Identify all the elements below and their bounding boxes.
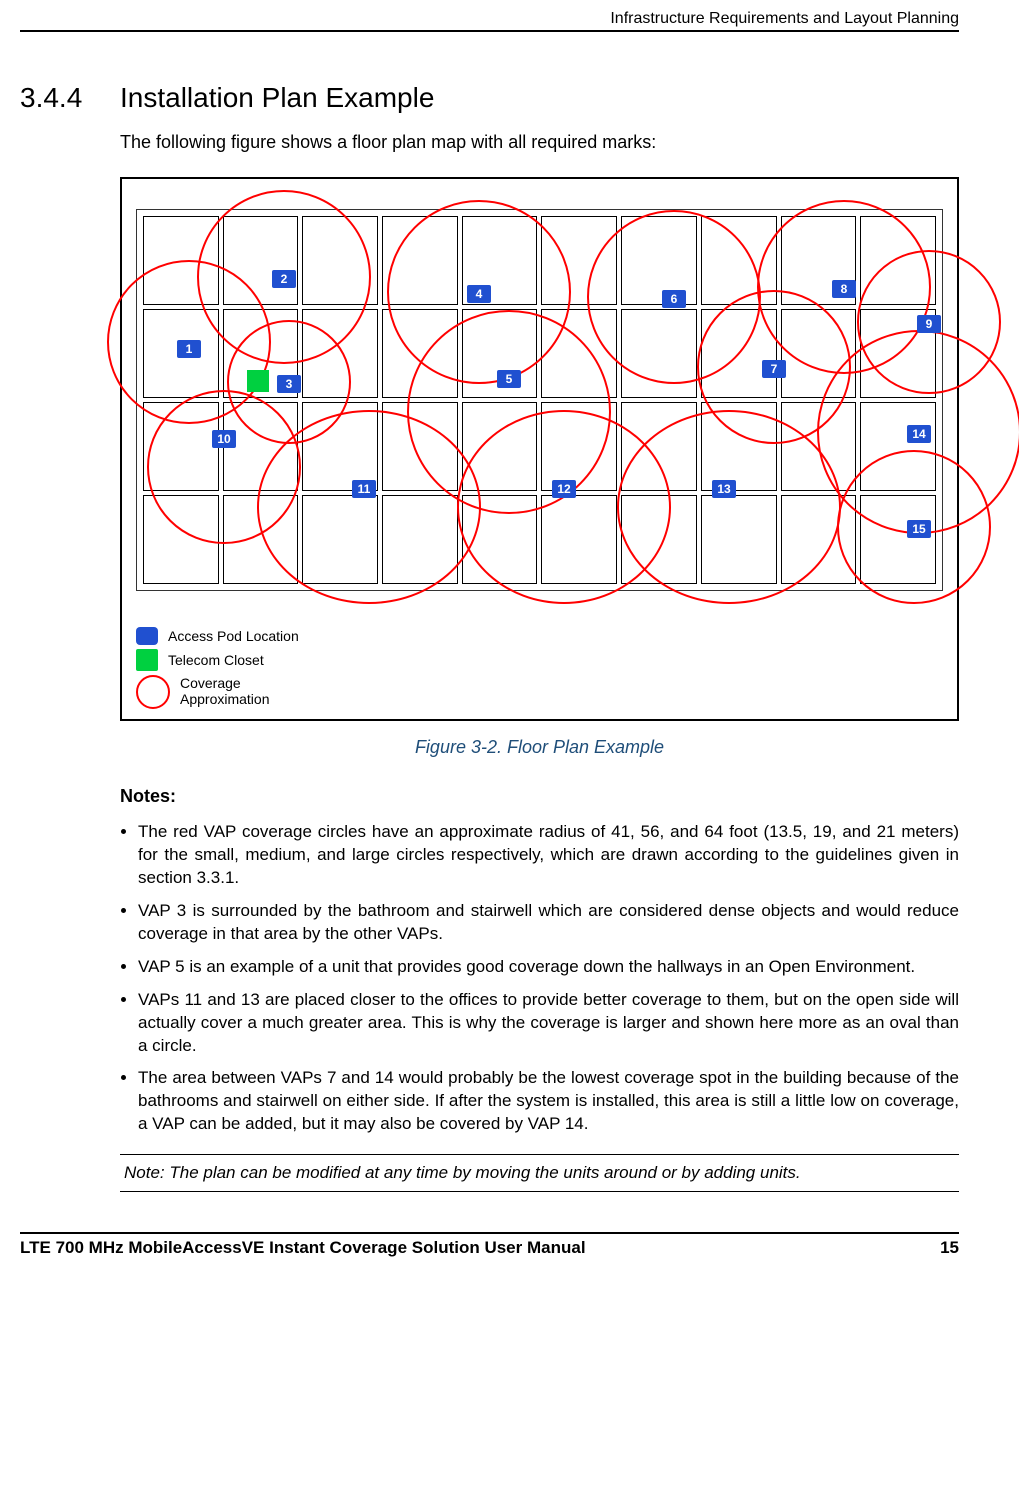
vap-marker: 9 (917, 315, 941, 333)
footer-rule (20, 1232, 959, 1234)
vap-marker: 15 (907, 520, 931, 538)
note-item: VAP 5 is an example of a unit that provi… (138, 956, 959, 979)
notes-heading: Notes: (120, 786, 959, 807)
floorplan-area: 1 2 3 4 5 6 7 8 9 10 11 12 13 14 15 (136, 209, 943, 591)
vap-marker: 2 (272, 270, 296, 288)
vap-marker: 5 (497, 370, 521, 388)
vap-marker: 3 (277, 375, 301, 393)
vap-marker: 10 (212, 430, 236, 448)
intro-text: The following figure shows a floor plan … (120, 132, 959, 153)
footer-page-number: 15 (940, 1238, 959, 1258)
section-heading: 3.4.4 Installation Plan Example (20, 82, 959, 114)
coverage-circle (617, 410, 841, 604)
vap-marker: 12 (552, 480, 576, 498)
vap-marker: 6 (662, 290, 686, 308)
running-header: Infrastructure Requirements and Layout P… (20, 10, 959, 30)
header-rule (20, 30, 959, 32)
section-number: 3.4.4 (20, 82, 120, 114)
access-pod-icon (136, 627, 158, 645)
vap-marker: 4 (467, 285, 491, 303)
vap-marker: 13 (712, 480, 736, 498)
note-item: VAP 3 is surrounded by the bathroom and … (138, 900, 959, 946)
vap-marker: 14 (907, 425, 931, 443)
notes-list: The red VAP coverage circles have an app… (120, 821, 959, 1136)
figure-caption: Figure 3-2. Floor Plan Example (120, 737, 959, 758)
callout-note: Note: The plan can be modified at any ti… (120, 1154, 959, 1192)
vap-marker: 1 (177, 340, 201, 358)
section-title: Installation Plan Example (120, 82, 434, 114)
coverage-circle-icon (136, 675, 170, 709)
figure-legend: Access Pod Location Telecom Closet Cover… (136, 627, 299, 713)
vap-marker: 8 (832, 280, 856, 298)
legend-telecom-closet: Telecom Closet (168, 652, 264, 668)
note-item: VAPs 11 and 13 are placed closer to the … (138, 989, 959, 1058)
note-item: The red VAP coverage circles have an app… (138, 821, 959, 890)
telecom-closet-icon (136, 649, 158, 671)
telecom-closet-marker (247, 370, 269, 392)
vap-marker: 7 (762, 360, 786, 378)
legend-coverage: Coverage Approximation (180, 675, 270, 707)
coverage-circle (257, 410, 481, 604)
footer-doc-title: LTE 700 MHz MobileAccessVE Instant Cover… (20, 1238, 586, 1258)
page-footer: LTE 700 MHz MobileAccessVE Instant Cover… (20, 1238, 959, 1258)
note-item: The area between VAPs 7 and 14 would pro… (138, 1067, 959, 1136)
floorplan-figure: 1 2 3 4 5 6 7 8 9 10 11 12 13 14 15 (120, 177, 959, 721)
legend-access-pod: Access Pod Location (168, 628, 299, 644)
vap-marker: 11 (352, 480, 376, 498)
